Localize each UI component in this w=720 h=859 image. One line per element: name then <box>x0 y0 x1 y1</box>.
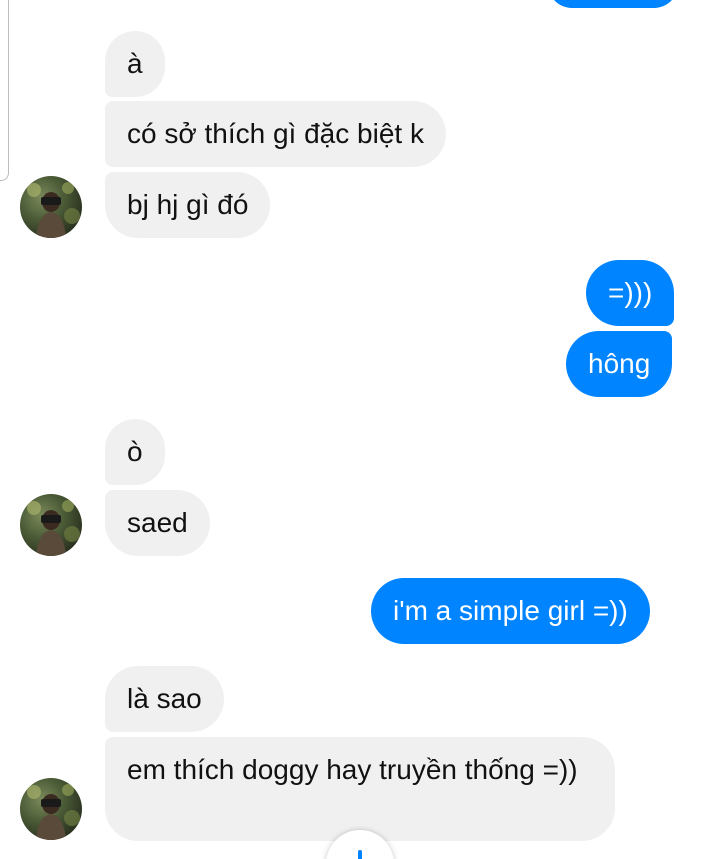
message-bubble-outgoing[interactable]: hông <box>566 331 673 397</box>
message-bubble-incoming[interactable]: à <box>105 31 165 97</box>
message-text: saed <box>127 507 188 538</box>
message-text: =))) <box>608 277 653 308</box>
message-bubble-incoming[interactable]: bj hj gì đó <box>105 172 271 238</box>
message-bubble-incoming[interactable]: có sở thích gì đặc biệt k <box>105 101 446 167</box>
message-bubble-outgoing[interactable]: =))) <box>586 260 675 326</box>
message-bubble-incoming[interactable]: em thích doggy hay truyền thống =)) <box>105 737 615 841</box>
message-bubble-outgoing[interactable]: i'm a simple girl =)) <box>371 578 650 644</box>
message-text: là sao <box>127 683 202 714</box>
message-text: bj hj gì đó <box>127 189 249 220</box>
previous-outgoing-bubble[interactable] <box>548 0 678 8</box>
message-text: hông <box>588 348 651 379</box>
message-bubble-incoming[interactable]: ò <box>105 419 165 485</box>
contact-avatar[interactable] <box>20 778 82 840</box>
message-bubble-incoming[interactable]: saed <box>105 490 210 556</box>
message-text: à <box>127 48 143 79</box>
arrow-down-icon <box>358 850 362 859</box>
message-text: em thích doggy hay truyền thống =)) <box>127 754 578 785</box>
chat-screen: à có sở thích gì đặc biệt k bj hj gì đó … <box>0 0 720 859</box>
contact-avatar[interactable] <box>20 176 82 238</box>
message-bubble-incoming[interactable]: là sao <box>105 666 224 732</box>
message-text: i'm a simple girl =)) <box>393 595 628 626</box>
contact-avatar[interactable] <box>20 494 82 556</box>
message-text: ò <box>127 436 143 467</box>
message-text: có sở thích gì đặc biệt k <box>127 118 424 149</box>
side-panel-edge <box>0 0 9 181</box>
